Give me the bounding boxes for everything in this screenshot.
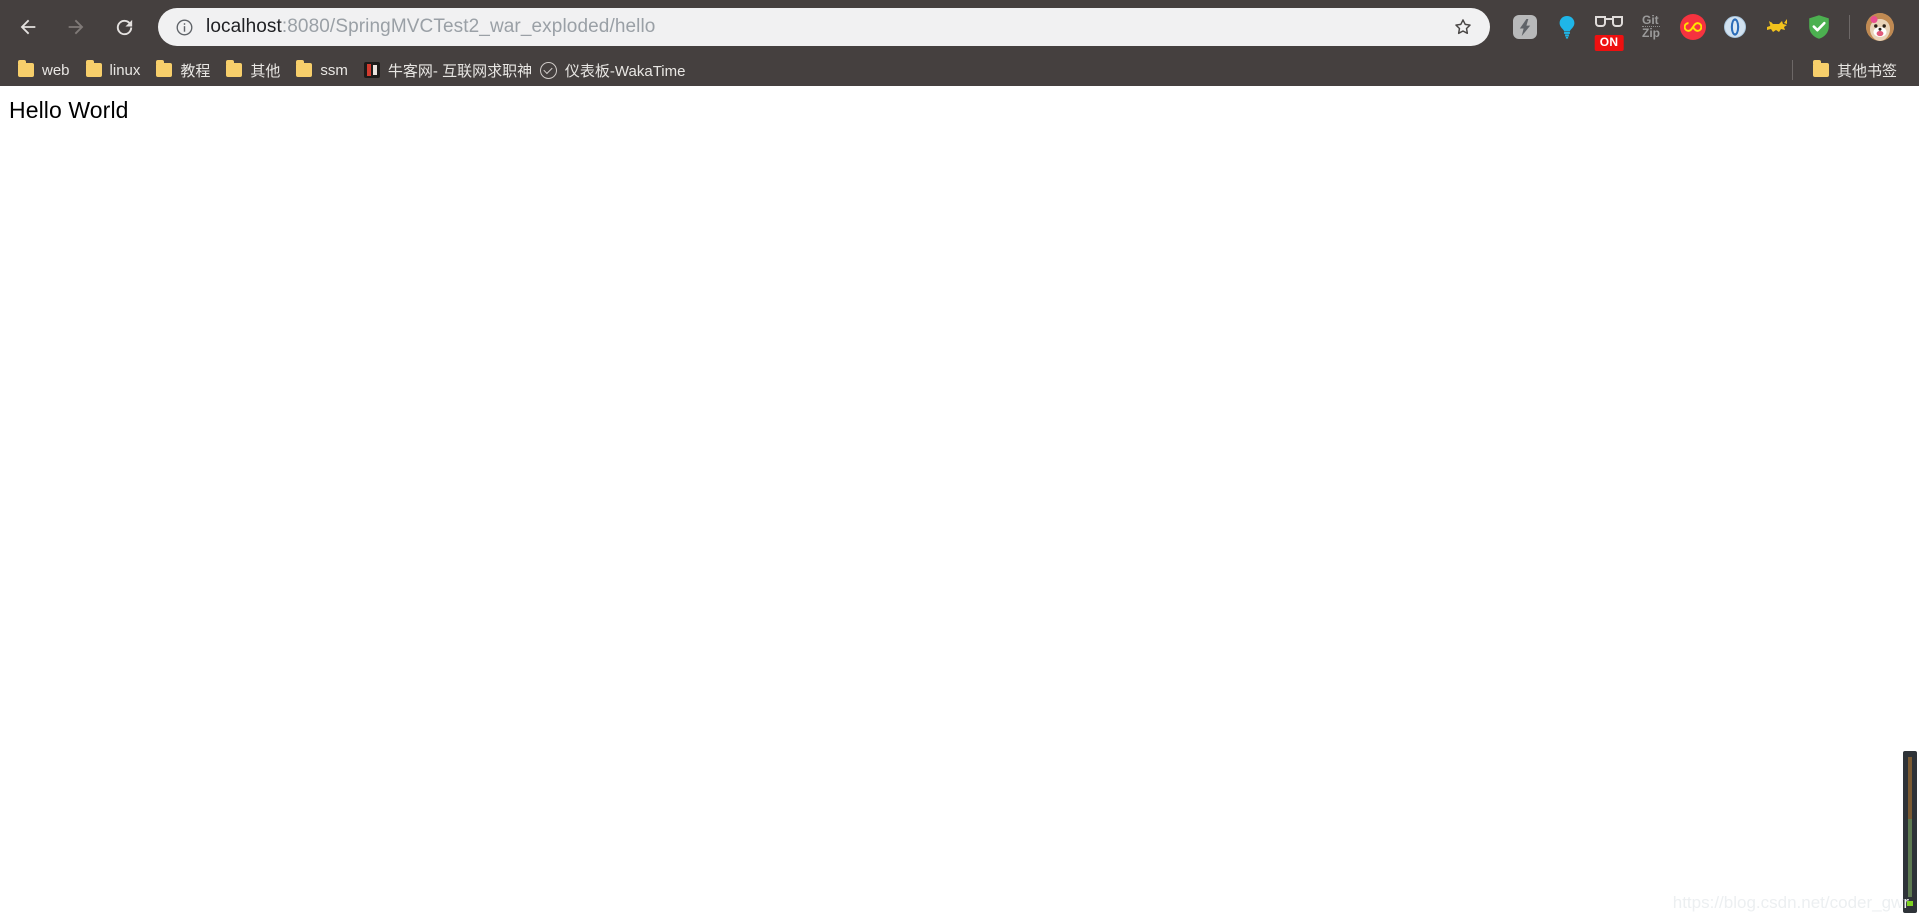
star-outline-icon[interactable] [1452,16,1474,38]
gitzip-icon: Git Zip [1642,13,1660,40]
bookmark-qita[interactable]: 其他 [218,57,288,83]
gitzip-label-bottom: Zip [1642,26,1660,40]
bookmark-label: ssm [320,61,348,79]
bookmark-wakatime[interactable]: 仪表板-WakaTime [532,57,694,83]
page-heading: Hello World [9,97,129,123]
bookmark-jiaocheng[interactable]: 教程 [148,57,218,83]
bookmarks-divider [1791,60,1793,80]
watermark: https://blog.csdn.net/coder_gwr [1672,893,1909,912]
scrollbar-track-lower [1908,819,1912,897]
three-dot-menu-icon [1912,17,1919,37]
lightning-bolt-icon [1513,15,1537,39]
other-bookmarks-label: 其他书签 [1836,62,1897,80]
glasses-on-badge: ON [1594,35,1624,51]
bookmark-ssm[interactable]: ssm [288,57,356,83]
reload-icon [113,16,136,39]
info-circle-icon[interactable] [174,17,194,37]
lightbulb-icon [1556,15,1578,39]
chrome-menu-button[interactable] [1901,6,1919,48]
ring-extension-icon[interactable] [1714,6,1756,48]
profile-avatar[interactable] [1859,6,1901,48]
browser-toolbar: localhost:8080/SpringMVCTest2_war_explod… [0,0,1919,54]
cat-extension-icon[interactable] [1756,6,1798,48]
bookmark-web[interactable]: web [10,57,78,83]
wakatime-favicon [539,61,557,79]
other-bookmarks-button[interactable]: 其他书签 [1805,57,1905,83]
infinity-extension-icon[interactable] [1672,6,1714,48]
cat-icon [1765,15,1789,39]
toolbar-divider [1849,15,1850,39]
glasses-extension-icon[interactable]: ON [1588,6,1630,51]
address-bar-host: localhost [206,16,282,37]
bookmark-label: web [42,61,70,79]
bookmark-label: 其他 [250,62,281,80]
infinity-icon [1680,14,1706,40]
bookmark-label: 牛客网- 互联网求职神 [387,62,532,80]
address-bar[interactable]: localhost:8080/SpringMVCTest2_war_explod… [158,8,1490,46]
bookmark-linux[interactable]: linux [78,57,149,83]
bookmark-label: 仪表板-WakaTime [564,62,686,80]
extension-tray: ON Git Zip [1490,0,1919,54]
page-scrollbar[interactable] [1903,751,1917,913]
folder-icon [85,60,102,77]
folder-icon [1812,60,1829,77]
lightbulb-extension-icon[interactable] [1546,6,1588,48]
blue-ring-icon [1723,15,1747,39]
gitzip-extension-icon[interactable]: Git Zip [1630,6,1672,48]
shield-check-icon [1807,14,1831,40]
browser-chrome: localhost:8080/SpringMVCTest2_war_explod… [0,0,1919,86]
nowcoder-favicon [363,62,380,78]
bookmark-label: 教程 [180,62,211,80]
avatar [1866,13,1894,41]
folder-icon [296,60,313,77]
arrow-left-icon [17,16,39,38]
shield-extension-icon[interactable] [1798,6,1840,48]
bookmarks-bar: web linux 教程 其他 ssm 牛客网- 互联网求职神 仪表板-Waka… [0,54,1919,86]
address-bar-path: :8080/SpringMVCTest2_war_exploded/hello [281,16,656,37]
lightning-extension-icon[interactable] [1504,6,1546,48]
folder-icon [18,60,34,77]
address-bar-url: localhost:8080/SpringMVCTest2_war_explod… [206,16,655,38]
reload-button[interactable] [104,7,144,47]
back-button[interactable] [8,7,48,47]
scrollbar-track-upper [1908,757,1912,819]
bookmarks-bar-right: 其他书签 [1791,57,1919,83]
folder-icon [156,60,173,77]
forward-button[interactable] [56,7,96,47]
arrow-right-icon [65,16,87,38]
folder-icon [226,60,243,77]
page-viewport: Hello World https://blog.csdn.net/coder_… [0,86,1919,921]
bookmark-nowcoder[interactable]: 牛客网- 互联网求职神 [356,57,532,83]
gitzip-label-top: Git [1642,13,1659,27]
bookmark-label: linux [109,61,141,79]
